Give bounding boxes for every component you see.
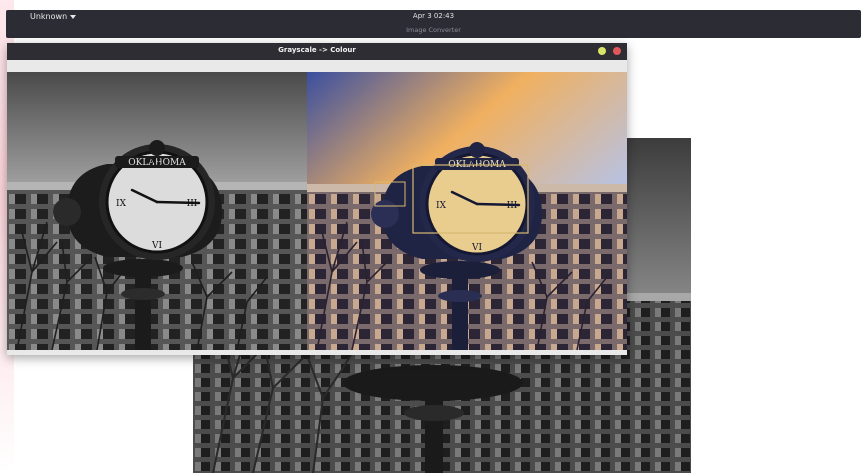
svg-text:III: III xyxy=(187,199,198,209)
grayscale-photo: OKLAHOMA XII III VI IX xyxy=(7,72,307,350)
svg-text:VI: VI xyxy=(151,241,162,251)
svg-text:IX: IX xyxy=(116,199,127,209)
svg-text:III: III xyxy=(507,201,518,211)
image-converter-window[interactable]: Grayscale -> Colour OKLAHOMA XII III VI … xyxy=(7,43,627,355)
clock[interactable]: Apr 3 02:43 xyxy=(6,12,861,20)
window-title: Grayscale -> Colour xyxy=(278,46,356,54)
colourised-photo: OKLAHOMA XII III VI IX xyxy=(307,72,627,350)
svg-text:VI: VI xyxy=(471,243,482,253)
desktop: Unknown Apr 3 02:43 Image Converter Gray… xyxy=(0,0,867,473)
colourised-image: OKLAHOMA XII III VI IX xyxy=(307,72,627,350)
app-name: Image Converter xyxy=(406,26,461,34)
grayscale-image: OKLAHOMA XII III VI IX xyxy=(7,72,307,350)
minimize-icon[interactable] xyxy=(598,47,606,55)
svg-text:XII: XII xyxy=(150,158,164,168)
close-icon[interactable] xyxy=(613,47,621,55)
top-bar: Unknown Apr 3 02:43 Image Converter xyxy=(6,10,861,38)
svg-text:IX: IX xyxy=(436,201,447,211)
window-title-bar[interactable]: Grayscale -> Colour xyxy=(7,43,627,60)
